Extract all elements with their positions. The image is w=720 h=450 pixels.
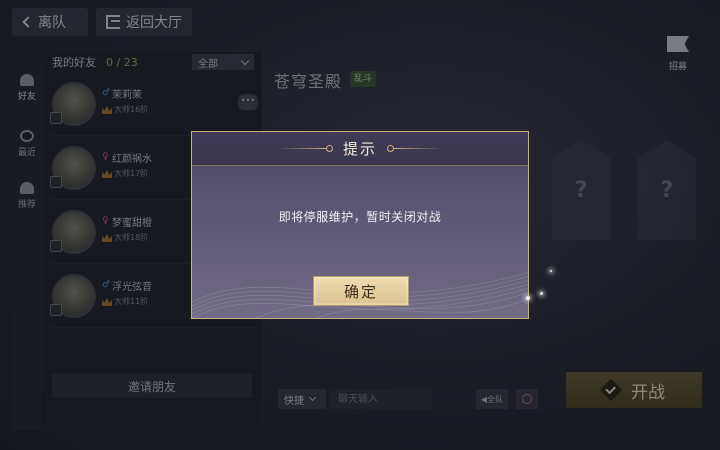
ornament-left-icon [276,145,333,152]
sparkle-icon [526,296,530,300]
ornament-right-icon [387,145,443,152]
dialog-title: 提示 [342,140,377,158]
sparkle-icon [540,292,543,295]
confirm-button[interactable]: 确定 [313,276,409,306]
notice-dialog: 提示 即将停服维护，暂时关闭对战 确定 [191,131,529,319]
dialog-message: 即将停服维护，暂时关闭对战 [278,210,442,224]
sparkle-icon [550,270,552,272]
dialog-header: 提示 [192,132,528,166]
